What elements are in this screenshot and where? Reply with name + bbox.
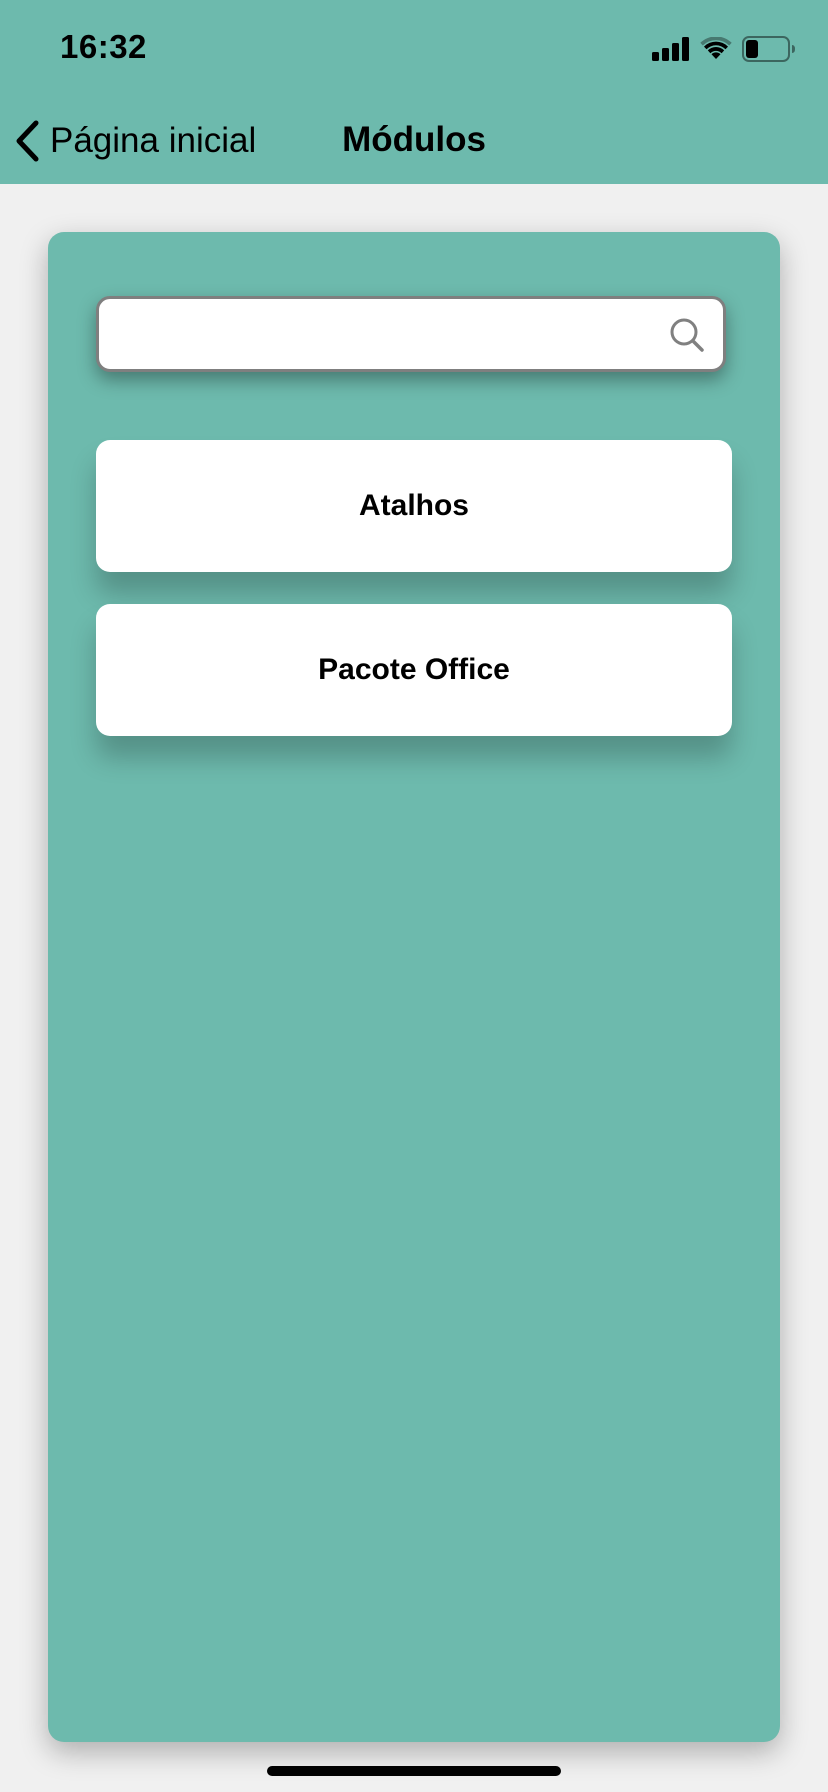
modules-panel: Atalhos Pacote Office [48,232,780,1742]
header: 16:32 Página inicial Módulos [0,0,828,184]
status-icons [652,34,796,64]
status-time: 16:32 [60,28,147,65]
search-box[interactable] [96,296,726,372]
module-label: Pacote Office [318,653,510,686]
module-label: Atalhos [358,489,469,522]
page-title: Módulos [342,120,486,159]
module-item-atalhos[interactable]: Atalhos [96,440,732,572]
module-list: Atalhos Pacote Office [96,440,732,768]
wifi-icon [700,37,732,59]
module-item-pacote-office[interactable]: Pacote Office [96,604,732,736]
navigation-bar: Página inicial Módulos [0,100,828,184]
battery-icon [742,36,795,62]
search-icon[interactable] [669,317,705,353]
search-input[interactable] [115,305,659,365]
home-indicator[interactable] [267,1766,561,1776]
signal-bars-icon [652,37,689,61]
status-bar: 16:32 [0,0,828,100]
